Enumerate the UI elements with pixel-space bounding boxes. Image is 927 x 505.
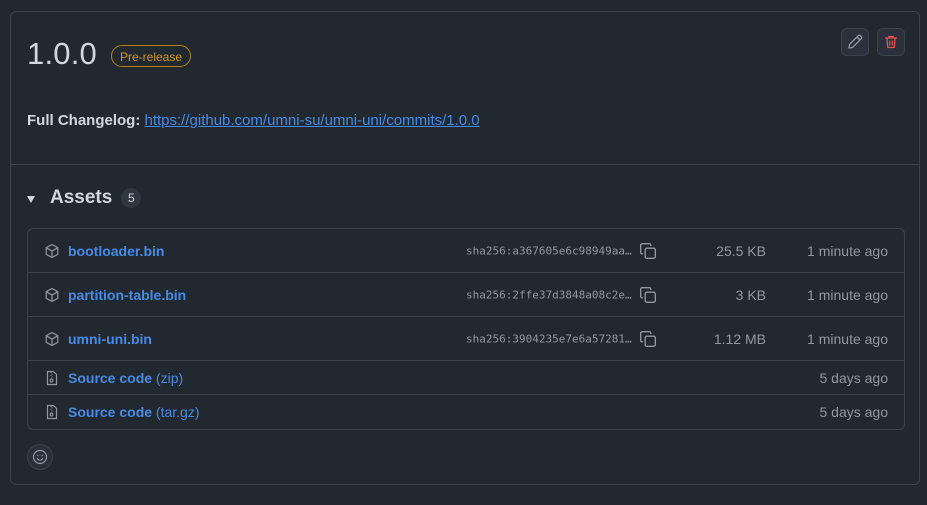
package-icon: [45, 331, 59, 346]
package-icon: [45, 287, 59, 302]
asset-size: 25.5 KB: [716, 242, 766, 259]
file-zip-icon: [46, 370, 58, 385]
asset-size: 1.12 MB: [713, 330, 766, 347]
pre-release-badge: Pre-release: [111, 45, 192, 67]
asset-sha: sha256:2ffe37d3848a08c2e…: [466, 288, 632, 301]
asset-link[interactable]: partition-table.bin: [68, 287, 186, 303]
asset-row: partition-table.bin sha256:2ffe37d3848a0…: [28, 273, 904, 317]
changelog-text: Full Changelog: https://github.com/umni-…: [27, 112, 480, 129]
asset-time: 1 minute ago: [807, 286, 888, 303]
asset-link[interactable]: umni-uni.bin: [68, 331, 152, 347]
source-code-row: Source code (tar.gz) 5 days ago: [28, 395, 904, 429]
changelog-label: Full Changelog:: [27, 112, 141, 129]
caret-down-icon: [27, 195, 35, 203]
file-zip-icon: [46, 404, 58, 420]
copy-icon[interactable]: [639, 286, 657, 304]
asset-sha: sha256:a367605e6c98949aa…: [466, 244, 632, 257]
source-code-ext: (tar.gz): [155, 404, 200, 420]
source-code-row: Source code (zip) 5 days ago: [28, 361, 904, 395]
asset-time: 5 days ago: [819, 369, 889, 386]
asset-sha: sha256:3904235e7e6a57281…: [466, 332, 632, 345]
assets-toggle[interactable]: Assets 5: [27, 187, 142, 209]
asset-time: 5 days ago: [819, 404, 889, 420]
add-reaction-button[interactable]: [27, 444, 53, 470]
release-header: 1.0.0 Pre-release Full Changelog: https:…: [11, 12, 919, 165]
source-code-label: Source code: [68, 404, 153, 420]
copy-icon[interactable]: [639, 242, 657, 260]
assets-count-badge: 5: [121, 188, 142, 208]
assets-title: Assets: [50, 187, 113, 208]
asset-time: 1 minute ago: [807, 242, 888, 259]
asset-time: 1 minute ago: [807, 330, 888, 347]
delete-release-button[interactable]: [877, 28, 905, 56]
smiley-icon: [32, 449, 48, 465]
source-code-ext: (zip): [155, 369, 184, 386]
edit-release-button[interactable]: [841, 28, 869, 56]
pencil-icon: [848, 34, 863, 49]
trash-icon: [884, 35, 898, 49]
package-icon: [45, 243, 59, 258]
asset-row: umni-uni.bin sha256:3904235e7e6a57281… 1…: [28, 317, 904, 361]
asset-row: bootloader.bin sha256:a367605e6c98949aa……: [28, 229, 904, 273]
assets-list: bootloader.bin sha256:a367605e6c98949aa……: [27, 228, 905, 430]
changelog-link[interactable]: https://github.com/umni-su/umni-uni/comm…: [145, 112, 480, 129]
asset-link[interactable]: bootloader.bin: [68, 243, 164, 259]
release-title: 1.0.0: [27, 36, 97, 71]
copy-icon[interactable]: [639, 330, 657, 348]
source-code-zip-link[interactable]: Source code (zip): [68, 370, 183, 386]
source-code-label: Source code: [68, 369, 153, 386]
release-card: 1.0.0 Pre-release Full Changelog: https:…: [10, 11, 920, 485]
asset-size: 3 KB: [735, 286, 766, 303]
source-code-targz-link[interactable]: Source code (tar.gz): [68, 404, 200, 420]
